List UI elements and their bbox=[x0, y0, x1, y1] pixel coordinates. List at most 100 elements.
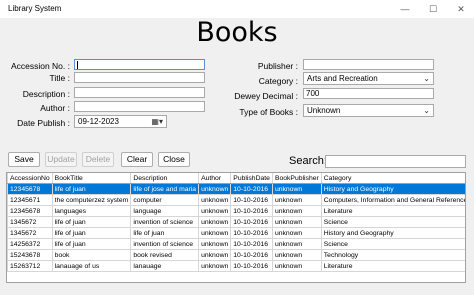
table-cell[interactable]: unknown bbox=[198, 216, 232, 228]
table-cell[interactable]: 10-10-2016 bbox=[230, 216, 273, 228]
table-row[interactable]: 14256372 life of juan invention of science… bbox=[7, 238, 465, 250]
minimize-button[interactable]: — bbox=[392, 2, 418, 16]
delete-button[interactable]: Delete bbox=[82, 152, 114, 167]
column-header[interactable]: BookPublisher bbox=[272, 173, 322, 184]
maximize-button[interactable]: ☐ bbox=[420, 2, 446, 16]
table-cell[interactable]: History and Geography bbox=[321, 227, 465, 239]
close-window-button[interactable]: ✕ bbox=[448, 2, 474, 16]
table-cell[interactable]: 14256372 bbox=[7, 238, 53, 250]
type-select[interactable]: Unknown ⌄ bbox=[303, 104, 434, 117]
table-cell[interactable]: language bbox=[130, 205, 200, 217]
table-cell[interactable]: 10-10-2016 bbox=[230, 205, 273, 217]
table-cell[interactable]: life of juan bbox=[52, 183, 132, 195]
table-cell[interactable]: unknown bbox=[198, 183, 232, 195]
table-row[interactable]: 15263712 lanauage of us lanauage unknown 10-… bbox=[7, 260, 465, 272]
calendar-icon[interactable]: ▦▾ bbox=[151, 116, 163, 127]
description-input[interactable] bbox=[74, 87, 205, 98]
date-publish-label: Date Publish : bbox=[17, 118, 70, 128]
table-cell[interactable]: 10-10-2016 bbox=[230, 227, 273, 239]
category-select[interactable]: Arts and Recreation ⌄ bbox=[303, 72, 434, 85]
table-cell[interactable]: unknown bbox=[272, 238, 322, 250]
table-cell[interactable]: 1345672 bbox=[7, 227, 53, 239]
table-cell[interactable]: unknown bbox=[272, 260, 322, 272]
table-cell[interactable]: unknown bbox=[198, 194, 232, 206]
table-cell[interactable]: unknown bbox=[272, 205, 322, 217]
column-header[interactable]: Author bbox=[198, 173, 232, 184]
table-cell[interactable]: invention of science bbox=[130, 238, 200, 250]
table-cell[interactable]: unknown bbox=[272, 249, 322, 261]
table-row[interactable]: 15243678 book book revised unknown 10-10-201… bbox=[7, 249, 465, 261]
dewey-label: Dewey Decimal : bbox=[234, 91, 298, 101]
column-header[interactable]: PublishDate bbox=[230, 173, 273, 184]
table-row[interactable]: 12345678 life of juan life of jose and mar… bbox=[7, 183, 465, 195]
close-button[interactable]: Close bbox=[158, 152, 190, 167]
table-cell[interactable]: lanauage of us bbox=[52, 260, 132, 272]
publisher-input[interactable] bbox=[303, 59, 434, 70]
author-input[interactable] bbox=[74, 101, 205, 112]
table-cell[interactable]: computer bbox=[130, 194, 200, 206]
table-cell[interactable]: the computerzez system bbox=[52, 194, 132, 206]
chevron-down-icon: ⌄ bbox=[423, 74, 430, 83]
table-cell[interactable]: unknown bbox=[198, 249, 232, 261]
table-cell[interactable]: 15243678 bbox=[7, 249, 53, 261]
table-cell[interactable]: life of juan bbox=[52, 216, 132, 228]
table-row[interactable]: 12345678 languages language unknown 10-10-20… bbox=[7, 205, 465, 217]
table-cell[interactable]: 10-10-2016 bbox=[230, 249, 273, 261]
title-input[interactable] bbox=[74, 72, 205, 83]
table-row[interactable]: 1345672 life of juan life of juan unknown 10… bbox=[7, 227, 465, 239]
table-cell[interactable]: unknown bbox=[198, 238, 232, 250]
column-header[interactable]: BookTitle bbox=[52, 173, 132, 184]
table-row[interactable]: 12345671 the computerzez system computer un… bbox=[7, 194, 465, 206]
table-cell[interactable]: life of juan bbox=[52, 238, 132, 250]
table-cell[interactable]: Science bbox=[321, 238, 465, 250]
table-cell[interactable]: 10-10-2016 bbox=[230, 194, 273, 206]
table-cell[interactable]: unknown bbox=[198, 227, 232, 239]
table-cell[interactable]: invention of science bbox=[130, 216, 200, 228]
table-cell[interactable]: life of jose and maria bbox=[130, 183, 200, 195]
column-header[interactable]: Description bbox=[130, 173, 200, 184]
table-cell[interactable]: History and Geography bbox=[321, 183, 465, 195]
table-cell[interactable]: unknown bbox=[198, 205, 232, 217]
table-cell[interactable]: 10-10-2016 bbox=[230, 260, 273, 272]
save-button[interactable]: Save bbox=[8, 152, 40, 167]
table-cell[interactable]: unknown bbox=[272, 194, 322, 206]
table-cell[interactable]: 12345678 bbox=[7, 205, 53, 217]
dewey-input[interactable]: 700 bbox=[303, 88, 434, 99]
column-header[interactable]: AccessionNo bbox=[7, 173, 53, 184]
date-publish-picker[interactable]: 09-12-2023 ▦▾ bbox=[74, 115, 167, 128]
table-cell[interactable]: 10-10-2016 bbox=[230, 238, 273, 250]
table-cell[interactable]: 15263712 bbox=[7, 260, 53, 272]
search-label: Search: bbox=[289, 155, 327, 167]
table-cell[interactable]: unknown bbox=[272, 183, 322, 195]
table-cell[interactable]: Computers, Information and General Refer… bbox=[321, 194, 465, 206]
table-cell[interactable]: 12345671 bbox=[7, 194, 53, 206]
table-row[interactable]: 1345672 life of juan invention of science u… bbox=[7, 216, 465, 228]
table-cell[interactable]: languages bbox=[52, 205, 132, 217]
table-cell[interactable]: Science bbox=[321, 216, 465, 228]
table-cell[interactable]: unknown bbox=[198, 260, 232, 272]
table-cell[interactable]: 12345678 bbox=[7, 183, 53, 195]
window-title: Library System bbox=[8, 4, 62, 13]
column-header[interactable]: Category bbox=[321, 173, 465, 184]
table-cell[interactable]: Literature bbox=[321, 205, 465, 217]
title-label: Title : bbox=[49, 73, 70, 83]
horizontal-scrollbar[interactable] bbox=[6, 283, 466, 293]
update-button[interactable]: Update bbox=[45, 152, 77, 167]
type-label: Type of Books : bbox=[239, 107, 298, 117]
table-cell[interactable]: book revised bbox=[130, 249, 200, 261]
author-label: Author : bbox=[40, 103, 70, 113]
table-cell[interactable]: unknown bbox=[272, 227, 322, 239]
table-cell[interactable]: 1345672 bbox=[7, 216, 53, 228]
accession-input[interactable] bbox=[74, 59, 205, 70]
search-input[interactable] bbox=[325, 155, 466, 168]
books-table[interactable]: AccessionNo BookTitle Description Author Pub… bbox=[6, 172, 466, 283]
table-cell[interactable]: 10-10-2016 bbox=[230, 183, 273, 195]
table-cell[interactable]: Technology bbox=[321, 249, 465, 261]
table-cell[interactable]: Literature bbox=[321, 260, 465, 272]
table-cell[interactable]: book bbox=[52, 249, 132, 261]
table-cell[interactable]: life of juan bbox=[52, 227, 132, 239]
clear-button[interactable]: Clear bbox=[121, 152, 153, 167]
table-cell[interactable]: life of juan bbox=[130, 227, 200, 239]
table-cell[interactable]: unknown bbox=[272, 216, 322, 228]
table-cell[interactable]: lanauage bbox=[130, 260, 200, 272]
